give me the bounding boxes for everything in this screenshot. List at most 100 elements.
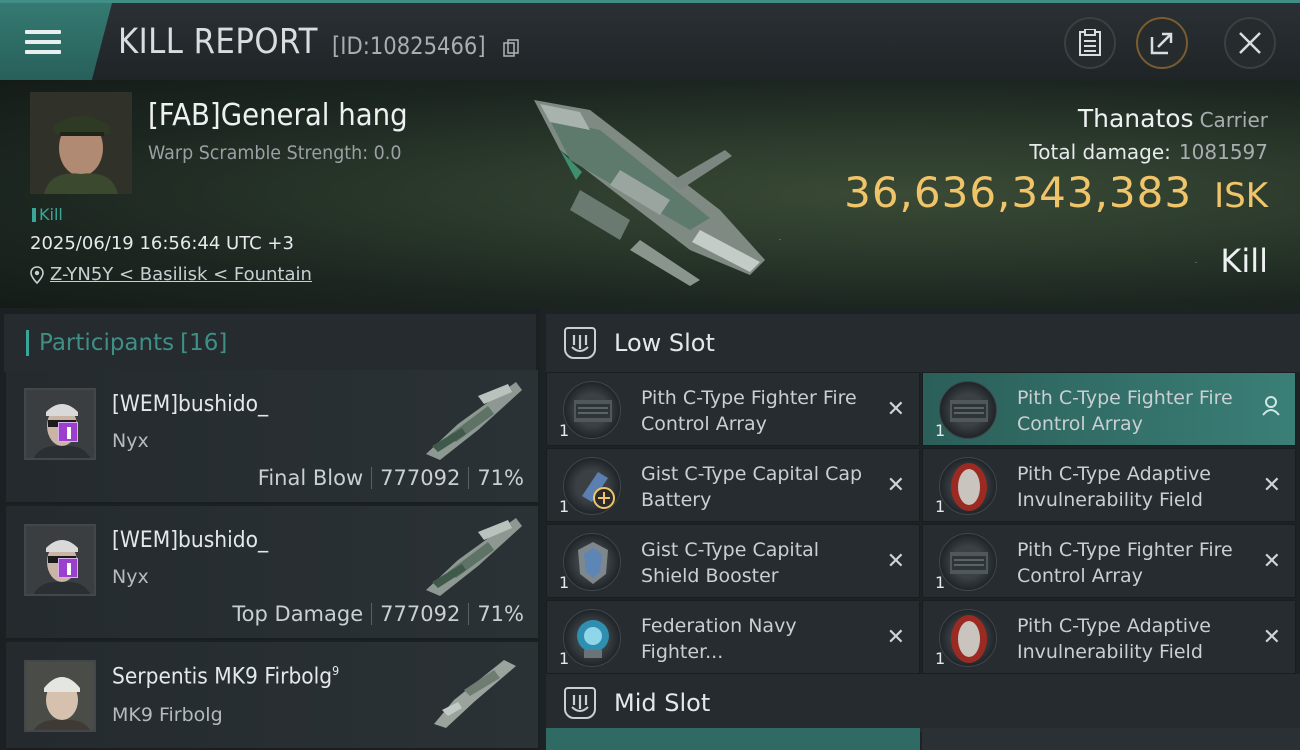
victim-name[interactable]: [FAB]General hang xyxy=(148,98,408,133)
participant-row[interactable]: [WEM]bushido_ Nyx Top Damage 777092 71% xyxy=(6,506,538,640)
destroyed-icon: ✕ xyxy=(886,549,905,574)
module-name: Pith C-Type Adaptive Invulnerability Fie… xyxy=(1017,463,1211,511)
participant-superscript: 9 xyxy=(332,664,340,678)
share-button[interactable] xyxy=(1136,17,1188,69)
destroyed-icon: ✕ xyxy=(1262,549,1281,574)
share-icon xyxy=(1150,32,1173,55)
fighter-control-module-icon xyxy=(563,381,621,439)
participant-ship: Nyx xyxy=(112,566,149,588)
module-item[interactable]: 1 Gist C-Type Capital Shield Booster ✕ xyxy=(546,524,920,598)
module-item[interactable]: 1 Pith C-Type Adaptive Invulnerability F… xyxy=(922,448,1296,522)
module-name: Pith C-Type Fighter Fire Control Array xyxy=(641,387,857,435)
module-item[interactable]: 1 Federation Navy Fighter... ✕ xyxy=(546,600,920,674)
low-slot-icon xyxy=(564,327,596,359)
participant-role: Top Damage xyxy=(232,602,364,626)
module-name: Pith C-Type Adaptive Invulnerability Fie… xyxy=(1017,615,1211,663)
module-name: Federation Navy Fighter... xyxy=(641,615,797,663)
divider xyxy=(468,603,470,625)
participants-label: Participants xyxy=(39,330,175,356)
participant-role: Final Blow xyxy=(257,466,364,490)
participant-stats: Final Blow 777092 71% xyxy=(258,466,524,490)
location-link[interactable]: Z-YN5Y < Basilisk < Fountain xyxy=(50,264,312,285)
clipboard-button[interactable] xyxy=(1064,17,1116,69)
kill-datetime: 2025/06/19 16:56:44 UTC +3 xyxy=(30,233,294,254)
mid-slot-header: Mid Slot xyxy=(546,674,1300,732)
participant-ship: Nyx xyxy=(112,430,149,452)
participant-portrait xyxy=(24,660,96,732)
isk-value: 36,636,343,383 ISK xyxy=(844,168,1268,217)
participant-percent: 71% xyxy=(477,602,524,626)
module-item-partial[interactable] xyxy=(546,728,920,750)
participants-panel: Participants [16] [WEM]bushido_ Nyx Fina… xyxy=(0,308,540,750)
module-quantity: 1 xyxy=(559,573,570,592)
participant-name: [WEM]bushido_ xyxy=(112,528,269,553)
low-slot-header: Low Slot xyxy=(546,314,1300,372)
module-item-partial[interactable] xyxy=(922,728,1300,750)
module-quantity: 1 xyxy=(559,649,570,668)
destroyed-icon: ✕ xyxy=(1262,473,1281,498)
divider xyxy=(468,467,470,489)
destroyed-icon: ✕ xyxy=(886,397,905,422)
participant-stats: Top Damage 777092 71% xyxy=(232,602,524,626)
participant-damage: 777092 xyxy=(380,602,461,626)
module-name: Gist C-Type Capital Shield Booster xyxy=(641,539,820,587)
pilot-portrait-image xyxy=(30,92,132,194)
module-name: Pith C-Type Fighter Fire Control Array xyxy=(1017,539,1233,587)
shield-booster-module-icon xyxy=(563,533,621,591)
ship-class: Carrier xyxy=(1199,108,1268,132)
copy-icon[interactable] xyxy=(503,39,519,57)
module-quantity: 1 xyxy=(559,421,570,440)
victim-ship[interactable]: Thanatos Carrier xyxy=(1078,104,1268,133)
participant-row[interactable]: Serpentis MK9 Firbolg9 MK9 Firbolg xyxy=(6,642,538,750)
module-quantity: 1 xyxy=(935,573,946,592)
mid-slot-label: Mid Slot xyxy=(614,689,711,717)
invulnerability-field-module-icon xyxy=(939,609,997,667)
victim-panel: [FAB]General hang Warp Scramble Strength… xyxy=(0,80,1300,308)
top-bar: KILL REPORT [ID:10825466] xyxy=(0,0,1300,80)
module-item[interactable]: 1 Pith C-Type Fighter Fire Control Array… xyxy=(546,372,920,446)
module-item[interactable]: 1 Pith C-Type Fighter Fire Control Array xyxy=(922,372,1296,446)
close-button[interactable] xyxy=(1224,17,1276,69)
participant-ship-image xyxy=(426,518,522,596)
kill-location[interactable]: Z-YN5Y < Basilisk < Fountain xyxy=(30,264,312,285)
participants-header[interactable]: Participants [16] xyxy=(4,314,536,372)
module-name: Gist C-Type Capital Cap Battery xyxy=(641,463,863,511)
victim-portrait[interactable] xyxy=(30,92,132,194)
module-item[interactable]: 1 Gist C-Type Capital Cap Battery ✕ xyxy=(546,448,920,522)
character-badge-icon xyxy=(58,422,78,442)
pilot-portrait-image xyxy=(26,662,94,730)
total-damage: Total damage: 1081597 xyxy=(1029,140,1268,164)
total-damage-value: 1081597 xyxy=(1178,140,1268,164)
module-quantity: 1 xyxy=(559,497,570,516)
participant-ship-image xyxy=(434,660,516,728)
destroyed-icon: ✕ xyxy=(1262,625,1281,650)
participant-damage: 777092 xyxy=(380,466,461,490)
module-item[interactable]: 1 Pith C-Type Adaptive Invulnerability F… xyxy=(922,600,1296,674)
page-title: KILL REPORT xyxy=(118,22,318,62)
menu-button[interactable] xyxy=(0,3,112,80)
fighter-control-module-icon xyxy=(939,533,997,591)
module-item[interactable]: 1 Pith C-Type Fighter Fire Control Array… xyxy=(922,524,1296,598)
participant-name: [WEM]bushido_ xyxy=(112,392,269,417)
participant-ship-image xyxy=(426,382,522,460)
character-badge-icon xyxy=(58,558,78,578)
person-icon xyxy=(1262,396,1280,416)
invulnerability-field-module-icon xyxy=(939,457,997,515)
participant-row[interactable]: [WEM]bushido_ Nyx Final Blow 777092 71% xyxy=(6,370,538,504)
cap-battery-module-icon xyxy=(563,457,621,515)
close-icon xyxy=(1239,32,1261,54)
mid-slot-icon xyxy=(564,687,596,719)
participant-percent: 71% xyxy=(477,466,524,490)
participant-name: Serpentis MK9 Firbolg9 xyxy=(112,664,340,690)
divider xyxy=(371,467,373,489)
module-quantity: 1 xyxy=(935,649,946,668)
destroyed-icon: ✕ xyxy=(886,625,905,650)
ship-name: Thanatos xyxy=(1077,104,1194,133)
header-accent-bar xyxy=(26,330,29,356)
participants-count: [16] xyxy=(180,330,228,356)
isk-unit: ISK xyxy=(1214,176,1268,216)
victim-ship-image xyxy=(534,100,765,286)
location-pin-icon xyxy=(30,265,44,284)
participant-ship: MK9 Firbolg xyxy=(112,704,223,726)
isk-amount: 36,636,343,383 xyxy=(844,168,1193,217)
